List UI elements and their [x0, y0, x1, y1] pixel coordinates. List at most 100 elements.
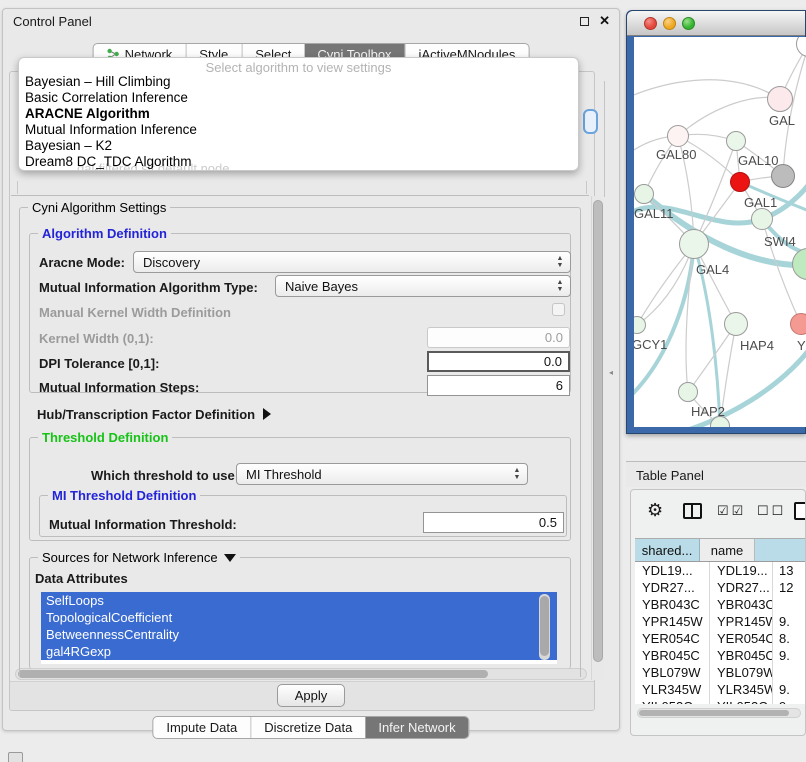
table-row[interactable]: YPR145WYPR145W9.: [635, 613, 806, 630]
mi-algorithm-type-select[interactable]: Naive Bayes ▲▼: [275, 275, 571, 297]
gear-icon[interactable]: ⚙: [647, 500, 663, 520]
aracne-mode-select[interactable]: Discovery ▲▼: [133, 251, 571, 273]
network-view-window: GALGAL80GAL10GAL1GAL11SWI4GAL4GCY1HAP4YH…: [626, 10, 806, 434]
minimized-panel-icon[interactable]: [8, 752, 23, 762]
spinner-arrows-icon: ▲▼: [555, 279, 565, 293]
split-divider-arrow-icon[interactable]: ◂: [609, 369, 615, 376]
network-canvas[interactable]: GALGAL80GAL10GAL1GAL11SWI4GAL4GCY1HAP4YH…: [634, 37, 806, 427]
scrollbar-thumb[interactable]: [639, 710, 789, 716]
select-all-icon[interactable]: ☑☑: [717, 503, 746, 519]
table-cell: YDL19...: [710, 562, 773, 579]
table-row[interactable]: YBR045CYBR045C9.: [635, 647, 806, 664]
table-cell: [773, 664, 806, 681]
table-row[interactable]: YIL052CYIL052C9.: [635, 698, 806, 704]
network-node-gal4[interactable]: [679, 229, 709, 259]
table-cell: YDL19...: [635, 562, 710, 579]
table-cell: [773, 596, 806, 613]
algorithm-option[interactable]: Dream8 DC_TDC Algorithm: [19, 154, 578, 170]
spinner-arrows-icon: ▲▼: [555, 255, 565, 269]
network-node-hap4[interactable]: [724, 312, 748, 336]
tab-discretize-data[interactable]: Discretize Data: [250, 717, 365, 738]
node-label: GCY1: [634, 337, 667, 352]
network-node[interactable]: [771, 164, 795, 188]
mi-type-label: Mutual Information Algorithm Type:: [39, 280, 258, 295]
tab-infer-network[interactable]: Infer Network: [365, 717, 468, 738]
algorithm-dropdown-popup: Select algorithm to view settings gal-fi…: [18, 57, 579, 171]
table-panel: ⚙ ☑☑ ☐☐ shared... name YDL19...YDL19...1…: [630, 489, 806, 736]
network-node-gal11[interactable]: [634, 184, 654, 204]
dpi-tolerance-field[interactable]: 0.0: [427, 351, 570, 372]
deselect-all-icon[interactable]: ☐☐: [757, 503, 786, 519]
collapsed-arrow-icon: [263, 408, 271, 420]
table-cell: YBL079W: [635, 664, 710, 681]
network-node-y[interactable]: [790, 313, 806, 335]
column-header-shared-name[interactable]: shared...: [635, 539, 700, 561]
column-header-name[interactable]: name: [700, 539, 755, 561]
table-cell: YBR045C: [635, 647, 710, 664]
column-header-clipped[interactable]: [755, 539, 806, 561]
attribute-list-item[interactable]: TopologicalCoefficient: [41, 609, 557, 626]
aracne-mode-value: Discovery: [143, 255, 200, 270]
kernel-width-label: Kernel Width (0,1):: [39, 331, 154, 346]
close-icon[interactable]: ✕: [599, 13, 610, 29]
algorithm-option[interactable]: Bayesian – Hill Climbing: [19, 74, 578, 90]
new-table-icon[interactable]: [794, 502, 806, 520]
algorithm-option[interactable]: Mutual Information Inference: [19, 122, 578, 138]
which-threshold-value: MI Threshold: [246, 467, 322, 482]
mi-steps-field[interactable]: 6: [427, 375, 570, 396]
mac-zoom-button[interactable]: [682, 17, 695, 30]
network-node-hap2[interactable]: [678, 382, 698, 402]
float-window-icon[interactable]: [580, 17, 589, 26]
network-node-gal1[interactable]: [730, 172, 750, 192]
mac-minimize-button[interactable]: [663, 17, 676, 30]
table-rows: YDL19...YDL19...13YDR27...YDR27...12YBR0…: [635, 562, 806, 704]
table-cell: YER054C: [710, 630, 773, 647]
node-label: GAL4: [696, 262, 729, 277]
table-row[interactable]: YDL19...YDL19...13: [635, 562, 806, 579]
table-panel-titlebar: Table Panel: [626, 461, 806, 487]
attribute-list-item[interactable]: SelfLoops: [41, 592, 557, 609]
algorithm-option[interactable]: ARACNE Algorithm: [19, 106, 578, 122]
mac-close-button[interactable]: [644, 17, 657, 30]
algorithm-option[interactable]: Basic Correlation Inference: [19, 90, 578, 106]
network-node-gal80[interactable]: [667, 125, 689, 147]
hidden-group-border-stub: [17, 181, 18, 194]
algorithm-option[interactable]: Bayesian – K2: [19, 138, 578, 154]
table-cell: YER054C: [635, 630, 710, 647]
hub-definition-toggle[interactable]: Hub/Transcription Factor Definition: [37, 407, 271, 422]
table-header-row: shared... name: [635, 539, 806, 562]
table-row[interactable]: YDR27...YDR27...12: [635, 579, 806, 596]
table-horizontal-scrollbar[interactable]: [637, 708, 801, 718]
table-cell: YDR27...: [710, 579, 773, 596]
table-row[interactable]: YBL079WYBL079W: [635, 664, 806, 681]
tab-impute-data[interactable]: Impute Data: [153, 717, 250, 738]
manual-kernel-checkbox[interactable]: [552, 303, 565, 316]
attributes-scrollbar[interactable]: [539, 594, 550, 660]
table-cell: 8.: [773, 630, 806, 647]
table-cell: 9.: [773, 647, 806, 664]
dpi-tolerance-label: DPI Tolerance [0,1]:: [39, 356, 159, 371]
hidden-group-border-stub: [586, 181, 587, 194]
table-row[interactable]: YLR345WYLR345W9.: [635, 681, 806, 698]
column-layout-icon[interactable]: [683, 503, 702, 519]
hidden-groupbox-fragment: [604, 81, 605, 197]
mi-threshold-field[interactable]: 0.5: [423, 512, 564, 533]
network-node-gal10[interactable]: [726, 131, 746, 151]
scrollbar-thumb[interactable]: [540, 596, 549, 656]
scrollbar-thumb[interactable]: [593, 200, 603, 662]
node-label: Y: [797, 338, 806, 353]
data-attributes-label: Data Attributes: [35, 571, 128, 586]
table-row[interactable]: YBR043CYBR043C: [635, 596, 806, 613]
network-node-gal[interactable]: [767, 86, 793, 112]
vertical-scrollbar[interactable]: [591, 196, 604, 680]
table-row[interactable]: YER054CYER054C8.: [635, 630, 806, 647]
sources-toggle[interactable]: Sources for Network Inference: [38, 550, 240, 565]
network-node-swi4[interactable]: [751, 208, 773, 230]
data-attributes-list[interactable]: SelfLoopsTopologicalCoefficientBetweenne…: [41, 592, 557, 664]
apply-button[interactable]: Apply: [277, 684, 345, 707]
kernel-width-field[interactable]: 0.0: [427, 327, 570, 348]
attribute-list-item[interactable]: gal4RGexp: [41, 643, 557, 660]
which-threshold-select[interactable]: MI Threshold ▲▼: [236, 463, 528, 485]
attribute-list-item[interactable]: BetweennessCentrality: [41, 626, 557, 643]
network-window-titlebar[interactable]: [627, 11, 805, 36]
